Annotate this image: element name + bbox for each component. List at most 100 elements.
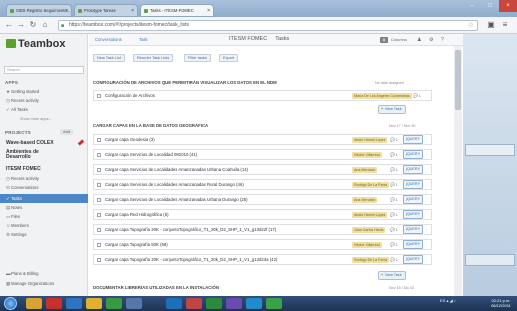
task-list-title[interactable]: CONFIGURACIÓN DE ARCHIVOS QUE PERMITIRÁN…	[93, 80, 413, 85]
project-wave-based-colex[interactable]: Wave-based COLEX	[6, 140, 54, 146]
teambox-logo[interactable]: Teambox	[6, 38, 65, 50]
extension-icon[interactable]: ▣	[486, 20, 496, 30]
app-icon[interactable]	[166, 298, 182, 309]
task-row[interactable]: Cargar capa Red Hidrográfica (5) Abdul Ha…	[93, 209, 432, 220]
task-title[interactable]: Cargar capa Servicios de Localidades Ama…	[105, 167, 248, 172]
close-window-icon[interactable]: ×	[499, 0, 517, 12]
clock[interactable]: 02:21 p.m. 06/12/2011	[488, 298, 514, 308]
task-checkbox[interactable]	[97, 153, 101, 157]
explorer-icon[interactable]	[26, 298, 42, 309]
task-checkbox[interactable]	[97, 228, 101, 232]
sidebar-item-files[interactable]: ▭Files	[6, 214, 20, 220]
sidebar-item-notes[interactable]: ▤Notes	[6, 205, 22, 211]
task-checkbox[interactable]	[97, 213, 101, 217]
app-icon[interactable]	[266, 298, 282, 309]
reload-icon[interactable]: ↻	[28, 20, 38, 30]
jquery-button[interactable]: jQUERY	[403, 210, 423, 219]
help-icon[interactable]: ?	[441, 37, 444, 43]
sidebar-item-conversations[interactable]: ✉Conversations	[6, 185, 38, 191]
new-task-button[interactable]: + New Task	[378, 271, 406, 280]
sidebar-item-tasks[interactable]: ✓Tasks	[0, 194, 88, 203]
tab-task[interactable]: Task	[139, 37, 148, 42]
sidebar-item-members[interactable]: ☺Members	[6, 223, 29, 228]
close-tab-icon[interactable]: ×	[131, 5, 134, 16]
task-title[interactable]: Cargar capa Servicios de Localidad 08201…	[105, 152, 197, 157]
task-title[interactable]: Cargar capa Topografía 50K (68)	[105, 242, 168, 247]
task-checkbox[interactable]	[97, 243, 101, 247]
task-checkbox[interactable]	[97, 258, 101, 262]
task-row[interactable]: Cargar capa Servicios de Localidad 08201…	[93, 149, 432, 160]
sidebar-item-plans-billing[interactable]: ▬Plans & Billing	[6, 271, 38, 276]
jquery-button[interactable]: jQUERY	[403, 195, 423, 204]
export-button[interactable]: Export	[219, 54, 239, 62]
task-row[interactable]: Configuración de Archivos María De Los A…	[93, 90, 432, 101]
add-project-button[interactable]: Add	[60, 129, 74, 135]
app-icon[interactable]	[66, 298, 82, 309]
scrollbar-thumb[interactable]	[455, 50, 461, 110]
task-row[interactable]: Cargar capa Topografía 20K - conjuntoTop…	[93, 254, 432, 265]
filter-tasks-button[interactable]: Filter tasks	[184, 54, 211, 62]
app-icon[interactable]	[206, 298, 222, 309]
task-title[interactable]: Cargar capa Topografía 20K - conjuntoTop…	[105, 227, 276, 232]
close-tab-icon[interactable]: ×	[207, 5, 210, 16]
app-icon[interactable]	[226, 298, 242, 309]
back-icon[interactable]: ←	[4, 20, 14, 30]
project-itesm-fomec[interactable]: ITESM FOMEC	[6, 166, 41, 172]
app-icon[interactable]	[246, 298, 262, 309]
app-icon[interactable]	[126, 298, 142, 309]
address-bar[interactable]: ■ https://teambox.com/#!/projects/itesm-…	[58, 20, 478, 31]
sidebar-item-getting-started[interactable]: ★Getting started	[6, 89, 39, 95]
task-list-title[interactable]: CARGAR CAPAS EN LA BASE DE DATOS GEOGRÁF…	[93, 123, 413, 128]
bookmark-star-icon[interactable]: ☆	[468, 21, 474, 30]
minimize-icon[interactable]: –	[463, 0, 481, 12]
app-icon[interactable]	[106, 298, 122, 309]
jquery-button[interactable]: jQUERY	[403, 240, 423, 249]
project-ambientes-de-desarrollo[interactable]: Ambientes de Desarrollo	[6, 150, 56, 160]
task-title[interactable]: Cargar capa Topografía 20K - conjuntoTop…	[105, 257, 277, 262]
home-icon[interactable]: ⌂	[40, 20, 50, 30]
maximize-icon[interactable]: □	[481, 0, 499, 12]
task-row[interactable]: Cargar capa Servicios de Localidades Ama…	[93, 194, 432, 205]
task-checkbox[interactable]	[97, 138, 101, 142]
jquery-button[interactable]: jQUERY	[403, 165, 423, 174]
browser-tab-1[interactable]: SIBS Registro Seguimiento... ×	[6, 4, 72, 17]
task-title[interactable]: Configuración de Archivos	[105, 93, 155, 98]
sidebar-item-all-tasks[interactable]: ✓All Tasks	[6, 107, 28, 113]
sidebar-item-manage-organizations[interactable]: ▦Manage Organizations	[6, 281, 54, 287]
task-title[interactable]: Cargar capa Red Hidrográfica (5)	[105, 212, 169, 217]
jquery-button[interactable]: jQUERY	[403, 255, 423, 264]
menu-icon[interactable]: ≡	[500, 20, 510, 30]
task-title[interactable]: Cargar capa Servicios de Localidades Ama…	[105, 197, 248, 202]
task-title[interactable]: Cargar capa Geodesia (3)	[105, 137, 155, 142]
task-row[interactable]: Cargar capa Servicios de Localidades Ama…	[93, 164, 432, 175]
task-checkbox[interactable]	[97, 94, 101, 98]
new-task-button[interactable]: + New Task	[378, 105, 406, 114]
forward-icon[interactable]: →	[16, 20, 26, 30]
task-list-title[interactable]: DOCUMENTAR LIBRERÍAS UTILIZADAS EN LA IN…	[93, 285, 413, 290]
task-title[interactable]: Cargar capa Servicios de Localidades Ama…	[105, 182, 244, 187]
browser-tab-3[interactable]: Tasks - ITESM-FOMEC ×	[140, 4, 214, 17]
task-row[interactable]: Cargar capa Geodesia (3) Abdul Hamid Lópe…	[93, 134, 432, 145]
task-row[interactable]: Cargar capa Topografía 20K - conjuntoTop…	[93, 224, 432, 235]
task-checkbox[interactable]	[97, 168, 101, 172]
app-icon[interactable]	[46, 298, 62, 309]
settings-icon[interactable]: ⚙	[429, 37, 433, 43]
browser-tab-2[interactable]: Prototype Tareas ×	[74, 4, 138, 17]
sidebar-item-recent-activity[interactable]: ◷Recent activity	[6, 98, 39, 104]
task-checkbox[interactable]	[97, 198, 101, 202]
start-button[interactable]	[4, 297, 17, 310]
task-row[interactable]: Cargar capa Topografía 50K (68) Héctor Vi…	[93, 239, 432, 250]
task-row[interactable]: Cargar capa Servicios de Localidades Ama…	[93, 179, 432, 190]
columns-toggle[interactable]: Columns	[391, 37, 407, 42]
close-tab-icon[interactable]: ×	[65, 5, 68, 16]
task-checkbox[interactable]	[97, 183, 101, 187]
reorder-task-lists-button[interactable]: Reorder Task Lists	[133, 54, 174, 62]
app-icon[interactable]	[186, 298, 202, 309]
jquery-button[interactable]: jQUERY	[403, 180, 423, 189]
notifications-icon[interactable]: ♟	[417, 37, 421, 43]
jquery-button[interactable]: jQUERY	[403, 150, 423, 159]
sidebar-item-settings[interactable]: ⚙Settings	[6, 232, 27, 238]
columns-icon[interactable]: ▥	[380, 37, 388, 43]
sidebar-item-project-recent-activity[interactable]: ◷Recent activity	[6, 176, 39, 182]
new-task-list-button[interactable]: New Task List	[93, 54, 125, 62]
